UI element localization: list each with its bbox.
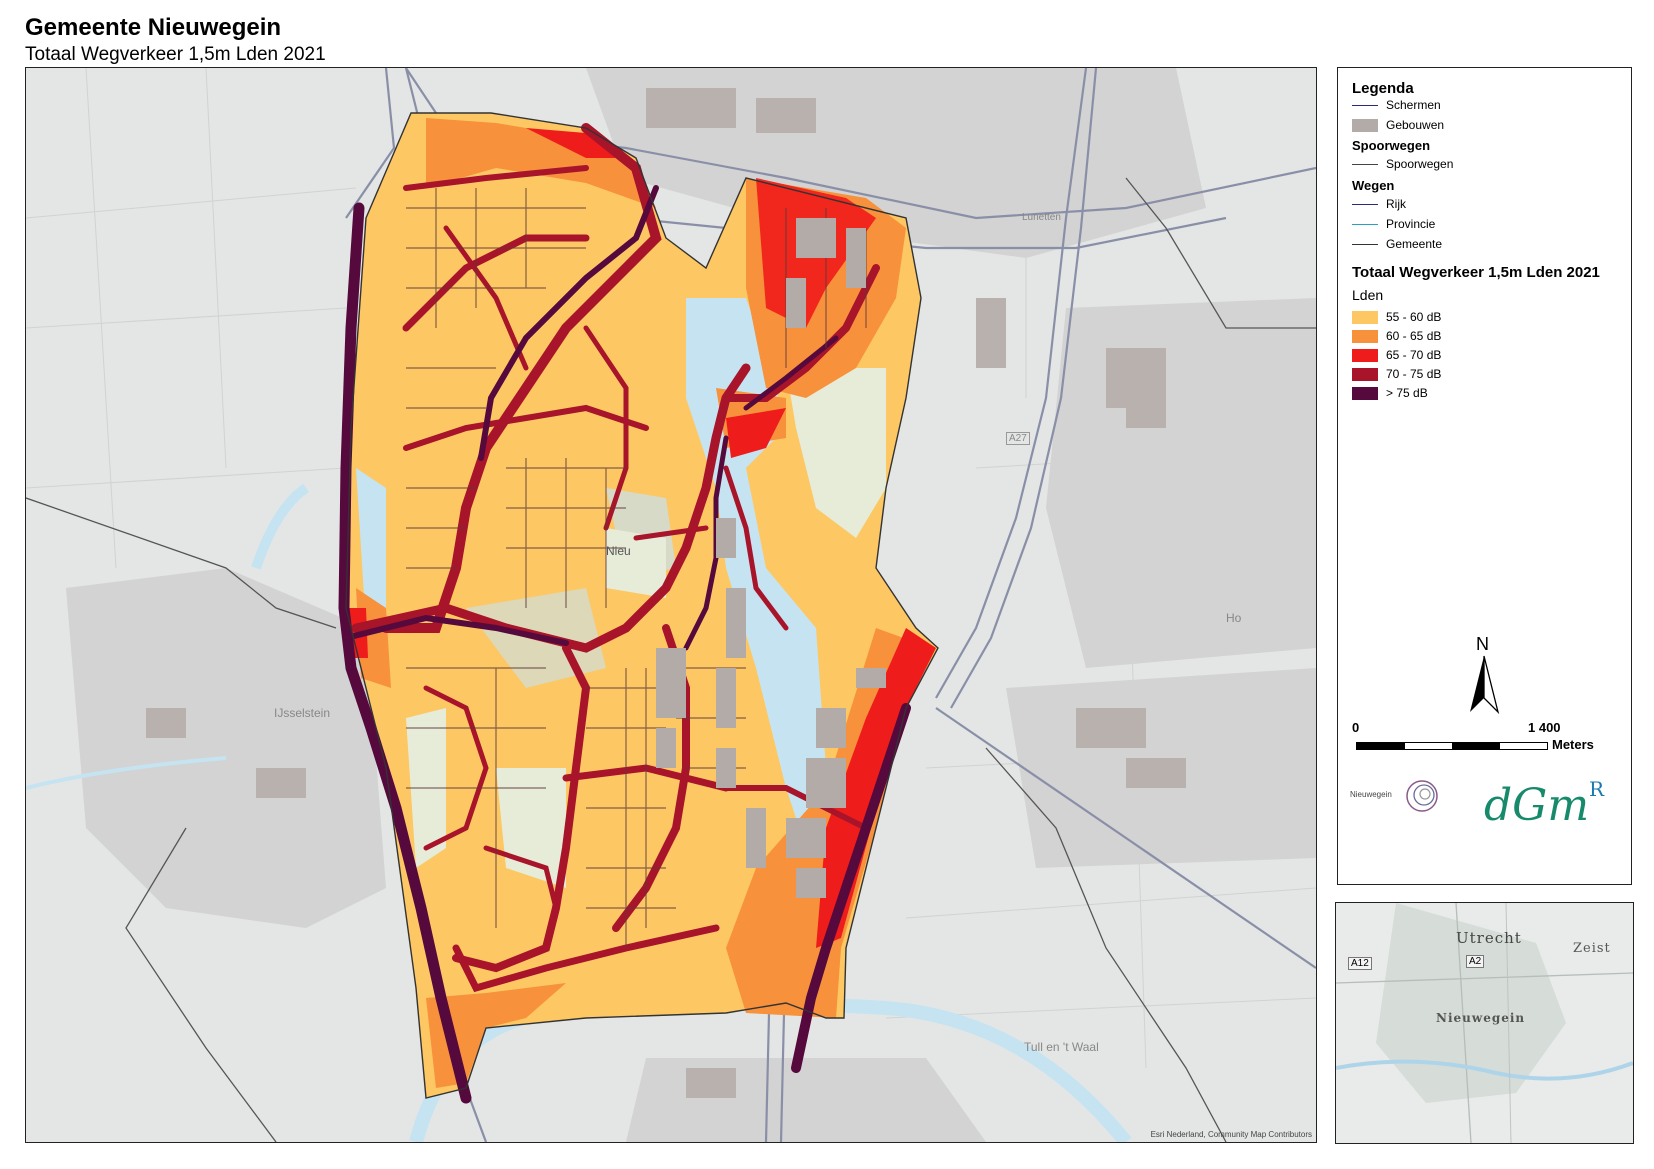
nieuwegein-logo-text: Nieuwegein [1350,790,1392,799]
scale-bar [1356,742,1548,750]
north-label: N [1476,634,1489,654]
legend-label-gemeente: Gemeente [1386,237,1443,251]
legend-panel: Legenda Schermen Gebouwen Spoorwegen Spo… [1337,67,1632,885]
legend-item-provincie: Provincie [1352,215,1435,233]
legend-item-schermen: Schermen [1352,96,1441,114]
inset-label-zeist: Zeist [1573,941,1611,956]
inset-label-nieuwegein: Nieuwegein [1436,1011,1526,1025]
nieuwegein-logo: Nieuwegein [1350,774,1440,820]
legend-item-gebouwen: Gebouwen [1352,116,1444,134]
label-nieuwegein: Nieu [606,544,631,558]
scale-unit: Meters [1552,737,1594,752]
legend-item-rijk: Rijk [1352,195,1406,213]
legend-item-spoorwegen: Spoorwegen [1352,155,1453,173]
legend-layer-title: Totaal Wegverkeer 1,5m Lden 2021 [1352,264,1600,281]
legend-class-swatch [1352,386,1378,400]
legend-heading-spoorwegen: Spoorwegen [1352,138,1431,153]
noise-map-svg [26,68,1316,1142]
legend-class-row: 55 - 60 dB [1352,308,1441,326]
legend-layer-sub: Lden [1352,287,1384,303]
legend-class-label: > 75 dB [1386,386,1428,400]
legend-class-swatch [1352,348,1378,362]
legend-class-row: > 75 dB [1352,384,1428,402]
legend-class-label: 60 - 65 dB [1386,329,1442,343]
overview-inset-map[interactable]: Utrecht Zeist A12 A2 Nieuwegein [1335,902,1634,1144]
legend-class-row: 70 - 75 dB [1352,365,1441,383]
legend-class-label: 70 - 75 dB [1386,367,1442,381]
map-subtitle: Totaal Wegverkeer 1,5m Lden 2021 [25,44,326,65]
legend-class-swatch [1352,329,1378,343]
legend-item-gemeente: Gemeente [1352,235,1442,253]
legend-class-swatch [1352,367,1378,381]
label-tull: Tull en 't Waal [1024,1040,1099,1054]
north-arrow-icon [1470,655,1500,715]
nieuwegein-swirl-icon [1406,780,1438,812]
label-lunetten: Lunetten [1022,212,1061,223]
legend-label-gebouwen: Gebouwen [1386,118,1445,132]
label-ijsselstein: IJsselstein [274,706,331,720]
scale-start: 0 [1352,720,1360,735]
map-credit: Esri Nederland, Community Map Contributo… [1150,1130,1312,1139]
north-arrow: N [1464,634,1504,715]
legend-heading-wegen: Wegen [1352,178,1395,193]
inset-label-utrecht: Utrecht [1456,929,1522,947]
legend-class-swatch [1352,310,1378,324]
legend-class-label: 65 - 70 dB [1386,348,1442,362]
road-shield-a2: A2 [1466,955,1485,968]
legend-label-provincie: Provincie [1386,217,1436,231]
legend-label-rijk: Rijk [1386,197,1406,211]
label-houten: Ho [1226,611,1242,625]
dgmr-logo-sup: R [1589,776,1605,801]
legend-label-schermen: Schermen [1386,98,1441,112]
legend-class-row: 65 - 70 dB [1352,346,1441,364]
legend-label-spoorwegen: Spoorwegen [1386,157,1454,171]
dgmr-logo-text: dGm [1484,780,1590,831]
dgmr-logo: dGmR [1484,776,1605,831]
road-shield-a12: A12 [1348,957,1372,970]
scale-end: 1 400 [1528,720,1561,735]
main-map[interactable]: Nieu IJsselstein Lunetten Tull en 't Waa… [25,67,1317,1143]
legend-class-label: 55 - 60 dB [1386,310,1442,324]
map-title: Gemeente Nieuwegein [25,14,282,41]
road-shield-a27: A27 [1006,432,1030,445]
legend-class-row: 60 - 65 dB [1352,327,1441,345]
legend-title: Legenda [1352,80,1414,97]
